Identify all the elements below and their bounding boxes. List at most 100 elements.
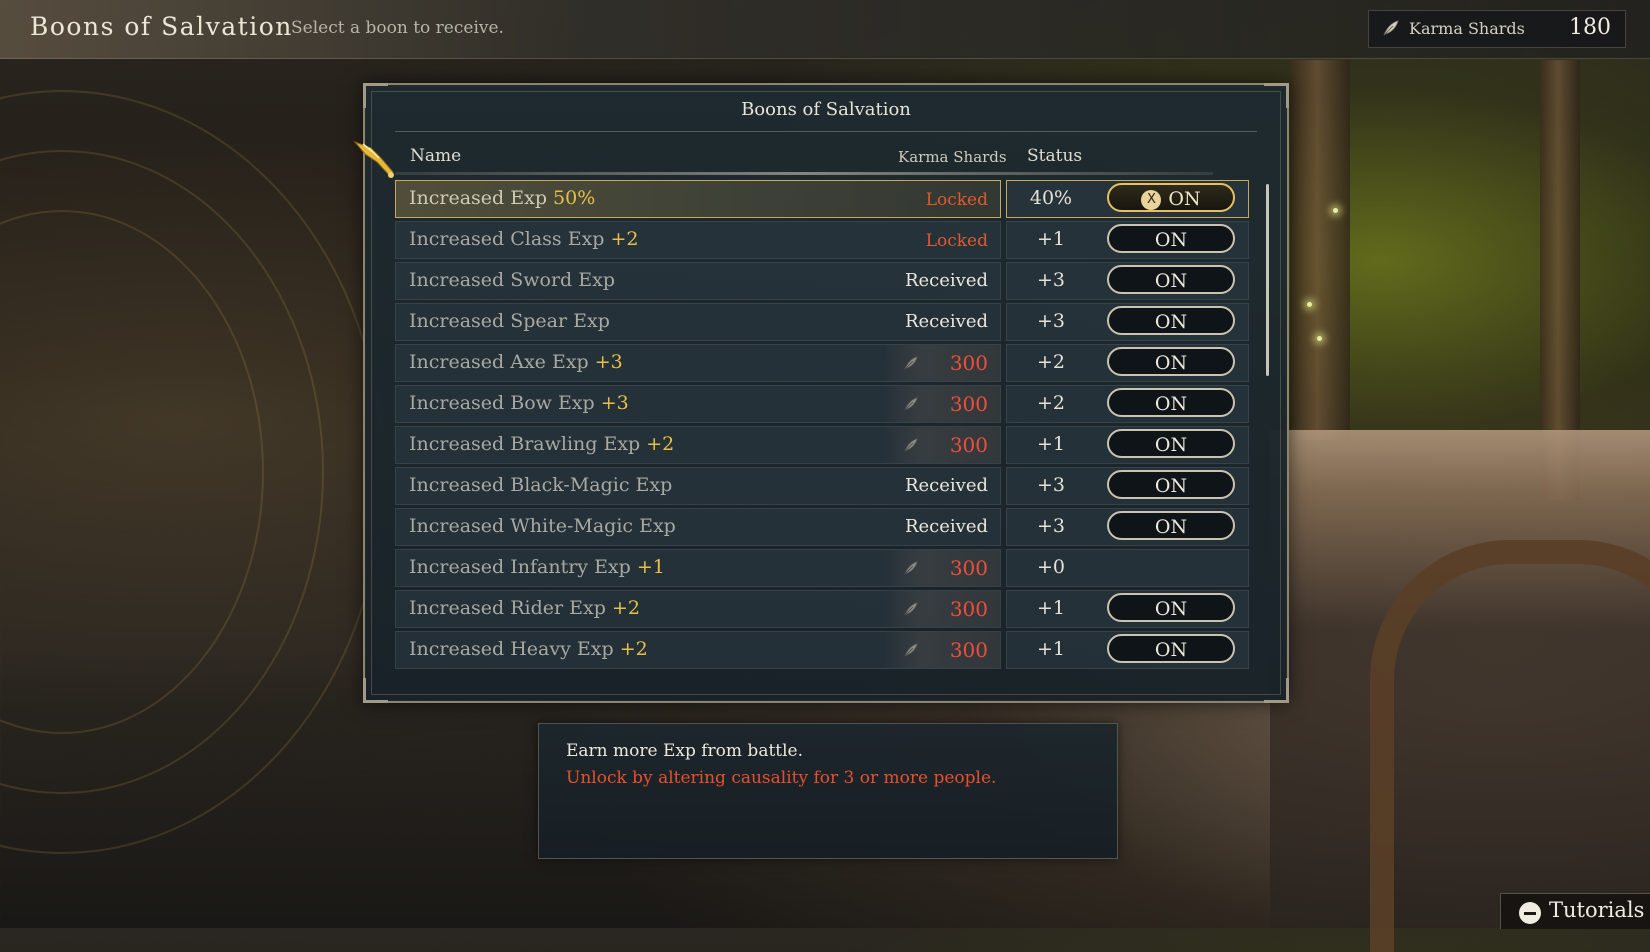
toggle-label: ON bbox=[1154, 229, 1188, 251]
unlock-requirement: Unlock by altering causality for 3 or mo… bbox=[566, 768, 997, 788]
boon-toggle-button[interactable]: ON bbox=[1107, 429, 1235, 458]
boon-status-value: 40% bbox=[1029, 187, 1073, 209]
boon-name: Increased Rider Exp +2 bbox=[409, 597, 640, 619]
boon-status-value: +3 bbox=[1036, 269, 1065, 291]
boon-name-text: Increased Axe Exp bbox=[409, 351, 589, 373]
boon-list: Increased Exp 50% Locked 40% X ON Increased C… bbox=[395, 180, 1249, 672]
boon-status-value: +0 bbox=[1036, 556, 1065, 578]
boon-status-cell: +3 ON bbox=[1006, 508, 1249, 546]
boon-cost: Locked bbox=[925, 190, 988, 210]
boon-name-text: Increased White-Magic Exp bbox=[409, 515, 676, 537]
boon-row[interactable]: Increased Black-Magic Exp Received +3 ON bbox=[395, 467, 1249, 505]
toggle-label: ON bbox=[1154, 393, 1188, 415]
toggle-label: ON bbox=[1154, 598, 1188, 620]
toggle-label: ON bbox=[1154, 352, 1188, 374]
feather-icon bbox=[1383, 20, 1399, 36]
description-text: Earn more Exp from battle. bbox=[566, 741, 804, 761]
column-header-karma-shards: Karma Shards bbox=[898, 148, 1007, 166]
boon-bonus: +3 bbox=[600, 392, 629, 414]
top-bar: Boons of Salvation Select a boon to rece… bbox=[0, 0, 1650, 59]
boon-row[interactable]: Increased Heavy Exp +2 300 +1 ON bbox=[395, 631, 1249, 669]
boon-row[interactable]: Increased Spear Exp Received +3 ON bbox=[395, 303, 1249, 341]
boon-row[interactable]: Increased Sword Exp Received +3 ON bbox=[395, 262, 1249, 300]
boon-description: Earn more Exp from battle. Unlock by alt… bbox=[538, 723, 1118, 859]
boon-row[interactable]: Increased Rider Exp +2 300 +1 ON bbox=[395, 590, 1249, 628]
boon-status-value: +3 bbox=[1036, 515, 1065, 537]
toggle-label: ON bbox=[1168, 188, 1201, 210]
boon-info-cell[interactable]: Increased Infantry Exp +1 300 bbox=[395, 549, 1001, 587]
boon-row[interactable]: Increased Infantry Exp +1 300 +0 bbox=[395, 549, 1249, 587]
boon-toggle-button[interactable]: X ON bbox=[1107, 183, 1235, 212]
boon-row[interactable]: Increased Class Exp +2 Locked +1 ON bbox=[395, 221, 1249, 259]
boon-toggle-button[interactable]: ON bbox=[1107, 388, 1235, 417]
boon-toggle-button[interactable]: ON bbox=[1107, 306, 1235, 335]
boon-row[interactable]: Increased Bow Exp +3 300 +2 ON bbox=[395, 385, 1249, 423]
boon-toggle-button[interactable]: ON bbox=[1107, 470, 1235, 499]
boon-bonus: +2 bbox=[619, 638, 648, 660]
boon-info-cell[interactable]: Increased Class Exp +2 Locked bbox=[395, 221, 1001, 259]
boon-info-cell[interactable]: Increased Axe Exp +3 300 bbox=[395, 344, 1001, 382]
feather-icon bbox=[902, 559, 920, 577]
boon-status-cell: +2 ON bbox=[1006, 385, 1249, 423]
tutorials-button[interactable]: Tutorials bbox=[1500, 893, 1650, 929]
boon-status-cell: +0 bbox=[1006, 549, 1249, 587]
boon-info-cell[interactable]: Increased Black-Magic Exp Received bbox=[395, 467, 1001, 505]
boon-status-cell: +1 ON bbox=[1006, 426, 1249, 464]
karma-shards-value: 180 bbox=[1569, 15, 1611, 40]
boon-name-text: Increased Rider Exp bbox=[409, 597, 606, 619]
boon-info-cell[interactable]: Increased Heavy Exp +2 300 bbox=[395, 631, 1001, 669]
boon-status-cell: 40% X ON bbox=[1006, 180, 1249, 218]
boon-cost: 300 bbox=[949, 597, 988, 621]
boon-info-cell[interactable]: Increased Bow Exp +3 300 bbox=[395, 385, 1001, 423]
column-header-status: Status bbox=[1027, 146, 1083, 166]
boon-info-cell[interactable]: Increased Brawling Exp +2 300 bbox=[395, 426, 1001, 464]
boon-name-text: Increased Black-Magic Exp bbox=[409, 474, 673, 496]
boon-status-cell: +1 ON bbox=[1006, 590, 1249, 628]
boon-name: Increased Bow Exp +3 bbox=[409, 392, 629, 414]
boon-info-cell[interactable]: Increased White-Magic Exp Received bbox=[395, 508, 1001, 546]
boon-status-value: +1 bbox=[1036, 638, 1065, 660]
toggle-label: ON bbox=[1154, 516, 1188, 538]
boon-row[interactable]: Increased White-Magic Exp Received +3 ON bbox=[395, 508, 1249, 546]
boon-name: Increased Heavy Exp +2 bbox=[409, 638, 648, 660]
corner-ornament bbox=[363, 678, 388, 703]
boon-info-cell[interactable]: Increased Sword Exp Received bbox=[395, 262, 1001, 300]
boon-cost: Received bbox=[904, 475, 988, 496]
boon-toggle-button[interactable]: ON bbox=[1107, 265, 1235, 294]
boon-row[interactable]: Increased Exp 50% Locked 40% X ON bbox=[395, 180, 1249, 218]
boon-status-cell: +3 ON bbox=[1006, 303, 1249, 341]
boon-row[interactable]: Increased Brawling Exp +2 300 +1 ON bbox=[395, 426, 1249, 464]
boon-info-cell[interactable]: Increased Exp 50% Locked bbox=[395, 180, 1001, 218]
boon-name: Increased Sword Exp bbox=[409, 269, 615, 291]
boon-cost: Locked bbox=[925, 231, 988, 251]
boon-toggle-button[interactable]: ON bbox=[1107, 224, 1235, 253]
screen-title: Boons of Salvation bbox=[30, 12, 293, 41]
toggle-label: ON bbox=[1154, 270, 1188, 292]
boon-toggle-button[interactable]: ON bbox=[1107, 593, 1235, 622]
boon-name-text: Increased Sword Exp bbox=[409, 269, 615, 291]
scrollbar[interactable] bbox=[1266, 184, 1269, 376]
corner-ornament bbox=[1264, 678, 1289, 703]
boon-name-text: Increased Exp bbox=[409, 187, 547, 209]
boon-toggle-button[interactable]: ON bbox=[1107, 347, 1235, 376]
boon-cost: 300 bbox=[949, 556, 988, 580]
boon-name: Increased Spear Exp bbox=[409, 310, 610, 332]
feather-icon bbox=[902, 600, 920, 618]
boon-name: Increased Black-Magic Exp bbox=[409, 474, 672, 496]
boon-row[interactable]: Increased Axe Exp +3 300 +2 ON bbox=[395, 344, 1249, 382]
boon-name-text: Increased Class Exp bbox=[409, 228, 605, 250]
boon-toggle-button[interactable]: ON bbox=[1107, 511, 1235, 540]
boon-toggle-button[interactable]: ON bbox=[1107, 634, 1235, 663]
boon-status-value: +3 bbox=[1036, 310, 1065, 332]
boon-info-cell[interactable]: Increased Spear Exp Received bbox=[395, 303, 1001, 341]
boon-bonus: +2 bbox=[611, 597, 640, 619]
boon-cost: 300 bbox=[949, 351, 988, 375]
boon-status-value: +2 bbox=[1036, 351, 1065, 373]
boon-name: Increased Brawling Exp +2 bbox=[409, 433, 674, 455]
panel-title: Boons of Salvation bbox=[741, 99, 911, 120]
boon-name: Increased Axe Exp +3 bbox=[409, 351, 623, 373]
x-button-icon: X bbox=[1141, 190, 1162, 210]
boon-info-cell[interactable]: Increased Rider Exp +2 300 bbox=[395, 590, 1001, 628]
toggle-label: ON bbox=[1154, 434, 1188, 456]
tutorials-label: Tutorials bbox=[1549, 898, 1645, 922]
